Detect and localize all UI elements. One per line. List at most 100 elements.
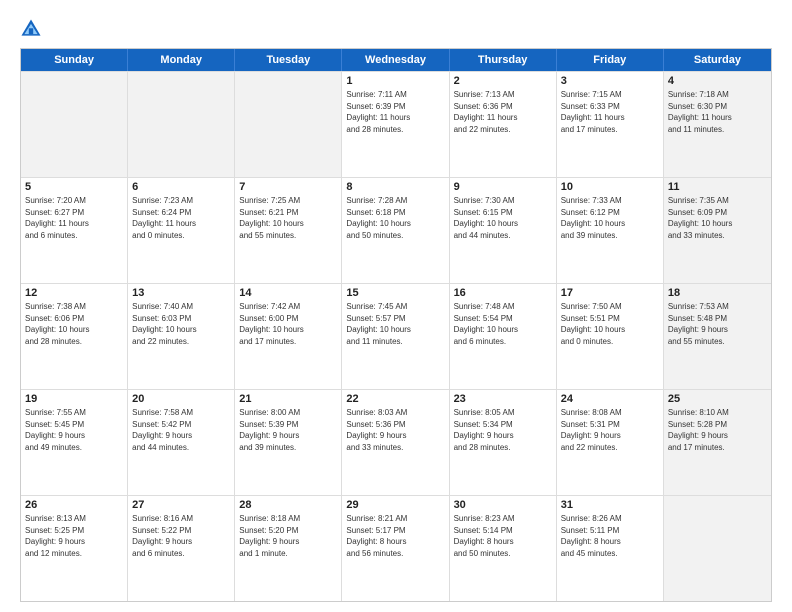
calendar-day-7: 7 Sunrise: 7:25 AM Sunset: 6:21 PM Daylig… [235, 178, 342, 283]
day-number: 25 [668, 393, 767, 405]
calendar-day-29: 29 Sunrise: 8:21 AM Sunset: 5:17 PM Dayli… [342, 496, 449, 601]
calendar-day-1: 1Sunrise: 7:11 AM Sunset: 6:39 PM Daylig… [342, 72, 449, 177]
day-info: Sunrise: 7:18 AM Sunset: 6:30 PM Dayligh… [668, 89, 767, 135]
day-number: 23 [454, 393, 552, 405]
day-info: Sunrise: 7:28 AM Sunset: 6:18 PM Dayligh… [346, 195, 444, 241]
day-info: Sunrise: 7:33 AM Sunset: 6:12 PM Dayligh… [561, 195, 659, 241]
calendar-day-31: 31Sunrise: 8:26 AM Sunset: 5:11 PM Dayli… [557, 496, 664, 601]
day-info: Sunrise: 7:40 AM Sunset: 6:03 PM Dayligh… [132, 301, 230, 347]
calendar-week-3: 12 Sunrise: 7:38 AM Sunset: 6:06 PM Dayli… [21, 283, 771, 389]
day-info: Sunrise: 8:10 AM Sunset: 5:28 PM Dayligh… [668, 407, 767, 453]
header-day-tuesday: Tuesday [235, 49, 342, 71]
calendar-day-6: 6 Sunrise: 7:23 AM Sunset: 6:24 PM Daylig… [128, 178, 235, 283]
day-number: 29 [346, 499, 444, 511]
page: SundayMondayTuesdayWednesdayThursdayFrid… [0, 0, 792, 612]
day-number: 31 [561, 499, 659, 511]
calendar-day-16: 16 Sunrise: 7:48 AM Sunset: 5:54 PM Dayli… [450, 284, 557, 389]
calendar-day-14: 14Sunrise: 7:42 AM Sunset: 6:00 PM Dayli… [235, 284, 342, 389]
calendar-day-19: 19 Sunrise: 7:55 AM Sunset: 5:45 PM Dayli… [21, 390, 128, 495]
day-number: 7 [239, 181, 337, 193]
day-number: 19 [25, 393, 123, 405]
day-number: 28 [239, 499, 337, 511]
day-info: Sunrise: 7:30 AM Sunset: 6:15 PM Dayligh… [454, 195, 552, 241]
day-info: Sunrise: 7:11 AM Sunset: 6:39 PM Dayligh… [346, 89, 444, 135]
day-info: Sunrise: 7:58 AM Sunset: 5:42 PM Dayligh… [132, 407, 230, 453]
day-info: Sunrise: 7:25 AM Sunset: 6:21 PM Dayligh… [239, 195, 337, 241]
calendar-day-5: 5 Sunrise: 7:20 AM Sunset: 6:27 PM Daylig… [21, 178, 128, 283]
calendar-day-22: 22Sunrise: 8:03 AM Sunset: 5:36 PM Dayli… [342, 390, 449, 495]
day-info: Sunrise: 7:13 AM Sunset: 6:36 PM Dayligh… [454, 89, 552, 135]
calendar-day-26: 26 Sunrise: 8:13 AM Sunset: 5:25 PM Dayli… [21, 496, 128, 601]
calendar-empty-cell [128, 72, 235, 177]
day-number: 8 [346, 181, 444, 193]
day-number: 15 [346, 287, 444, 299]
day-number: 12 [25, 287, 123, 299]
calendar-body: 1Sunrise: 7:11 AM Sunset: 6:39 PM Daylig… [21, 71, 771, 601]
header-day-thursday: Thursday [450, 49, 557, 71]
calendar-week-5: 26 Sunrise: 8:13 AM Sunset: 5:25 PM Dayli… [21, 495, 771, 601]
calendar-day-13: 13 Sunrise: 7:40 AM Sunset: 6:03 PM Dayli… [128, 284, 235, 389]
calendar-empty-cell [21, 72, 128, 177]
day-number: 13 [132, 287, 230, 299]
day-number: 27 [132, 499, 230, 511]
calendar-day-20: 20 Sunrise: 7:58 AM Sunset: 5:42 PM Dayli… [128, 390, 235, 495]
day-number: 24 [561, 393, 659, 405]
logo-icon [20, 18, 42, 40]
day-number: 4 [668, 75, 767, 87]
calendar-day-30: 30Sunrise: 8:23 AM Sunset: 5:14 PM Dayli… [450, 496, 557, 601]
day-number: 18 [668, 287, 767, 299]
header [20, 18, 772, 40]
calendar-week-4: 19 Sunrise: 7:55 AM Sunset: 5:45 PM Dayli… [21, 389, 771, 495]
calendar-day-2: 2 Sunrise: 7:13 AM Sunset: 6:36 PM Daylig… [450, 72, 557, 177]
header-day-friday: Friday [557, 49, 664, 71]
calendar-day-18: 18 Sunrise: 7:53 AM Sunset: 5:48 PM Dayli… [664, 284, 771, 389]
calendar-empty-cell [235, 72, 342, 177]
day-number: 10 [561, 181, 659, 193]
day-info: Sunrise: 7:35 AM Sunset: 6:09 PM Dayligh… [668, 195, 767, 241]
day-info: Sunrise: 7:20 AM Sunset: 6:27 PM Dayligh… [25, 195, 123, 241]
day-number: 6 [132, 181, 230, 193]
day-number: 21 [239, 393, 337, 405]
day-number: 14 [239, 287, 337, 299]
header-day-wednesday: Wednesday [342, 49, 449, 71]
day-info: Sunrise: 8:08 AM Sunset: 5:31 PM Dayligh… [561, 407, 659, 453]
calendar-day-9: 9 Sunrise: 7:30 AM Sunset: 6:15 PM Daylig… [450, 178, 557, 283]
day-info: Sunrise: 7:45 AM Sunset: 5:57 PM Dayligh… [346, 301, 444, 347]
day-number: 2 [454, 75, 552, 87]
day-info: Sunrise: 7:23 AM Sunset: 6:24 PM Dayligh… [132, 195, 230, 241]
day-info: Sunrise: 7:53 AM Sunset: 5:48 PM Dayligh… [668, 301, 767, 347]
day-info: Sunrise: 7:38 AM Sunset: 6:06 PM Dayligh… [25, 301, 123, 347]
header-day-saturday: Saturday [664, 49, 771, 71]
day-info: Sunrise: 7:55 AM Sunset: 5:45 PM Dayligh… [25, 407, 123, 453]
calendar-day-17: 17 Sunrise: 7:50 AM Sunset: 5:51 PM Dayli… [557, 284, 664, 389]
day-number: 9 [454, 181, 552, 193]
calendar-day-25: 25 Sunrise: 8:10 AM Sunset: 5:28 PM Dayli… [664, 390, 771, 495]
header-day-monday: Monday [128, 49, 235, 71]
calendar-header-row: SundayMondayTuesdayWednesdayThursdayFrid… [21, 49, 771, 71]
calendar-day-15: 15 Sunrise: 7:45 AM Sunset: 5:57 PM Dayli… [342, 284, 449, 389]
day-info: Sunrise: 7:50 AM Sunset: 5:51 PM Dayligh… [561, 301, 659, 347]
day-info: Sunrise: 8:23 AM Sunset: 5:14 PM Dayligh… [454, 513, 552, 559]
calendar-day-24: 24 Sunrise: 8:08 AM Sunset: 5:31 PM Dayli… [557, 390, 664, 495]
day-info: Sunrise: 8:21 AM Sunset: 5:17 PM Dayligh… [346, 513, 444, 559]
day-info: Sunrise: 7:48 AM Sunset: 5:54 PM Dayligh… [454, 301, 552, 347]
calendar-day-4: 4 Sunrise: 7:18 AM Sunset: 6:30 PM Daylig… [664, 72, 771, 177]
calendar-week-2: 5 Sunrise: 7:20 AM Sunset: 6:27 PM Daylig… [21, 177, 771, 283]
calendar-day-8: 8 Sunrise: 7:28 AM Sunset: 6:18 PM Daylig… [342, 178, 449, 283]
calendar-day-12: 12 Sunrise: 7:38 AM Sunset: 6:06 PM Dayli… [21, 284, 128, 389]
calendar-week-1: 1Sunrise: 7:11 AM Sunset: 6:39 PM Daylig… [21, 71, 771, 177]
day-number: 3 [561, 75, 659, 87]
day-info: Sunrise: 8:03 AM Sunset: 5:36 PM Dayligh… [346, 407, 444, 453]
day-number: 5 [25, 181, 123, 193]
day-number: 20 [132, 393, 230, 405]
calendar-day-10: 10 Sunrise: 7:33 AM Sunset: 6:12 PM Dayli… [557, 178, 664, 283]
day-number: 26 [25, 499, 123, 511]
calendar: SundayMondayTuesdayWednesdayThursdayFrid… [20, 48, 772, 602]
logo [20, 18, 46, 40]
calendar-day-23: 23Sunrise: 8:05 AM Sunset: 5:34 PM Dayli… [450, 390, 557, 495]
day-info: Sunrise: 8:13 AM Sunset: 5:25 PM Dayligh… [25, 513, 123, 559]
calendar-day-27: 27Sunrise: 8:16 AM Sunset: 5:22 PM Dayli… [128, 496, 235, 601]
day-number: 17 [561, 287, 659, 299]
day-number: 16 [454, 287, 552, 299]
calendar-day-28: 28Sunrise: 8:18 AM Sunset: 5:20 PM Dayli… [235, 496, 342, 601]
